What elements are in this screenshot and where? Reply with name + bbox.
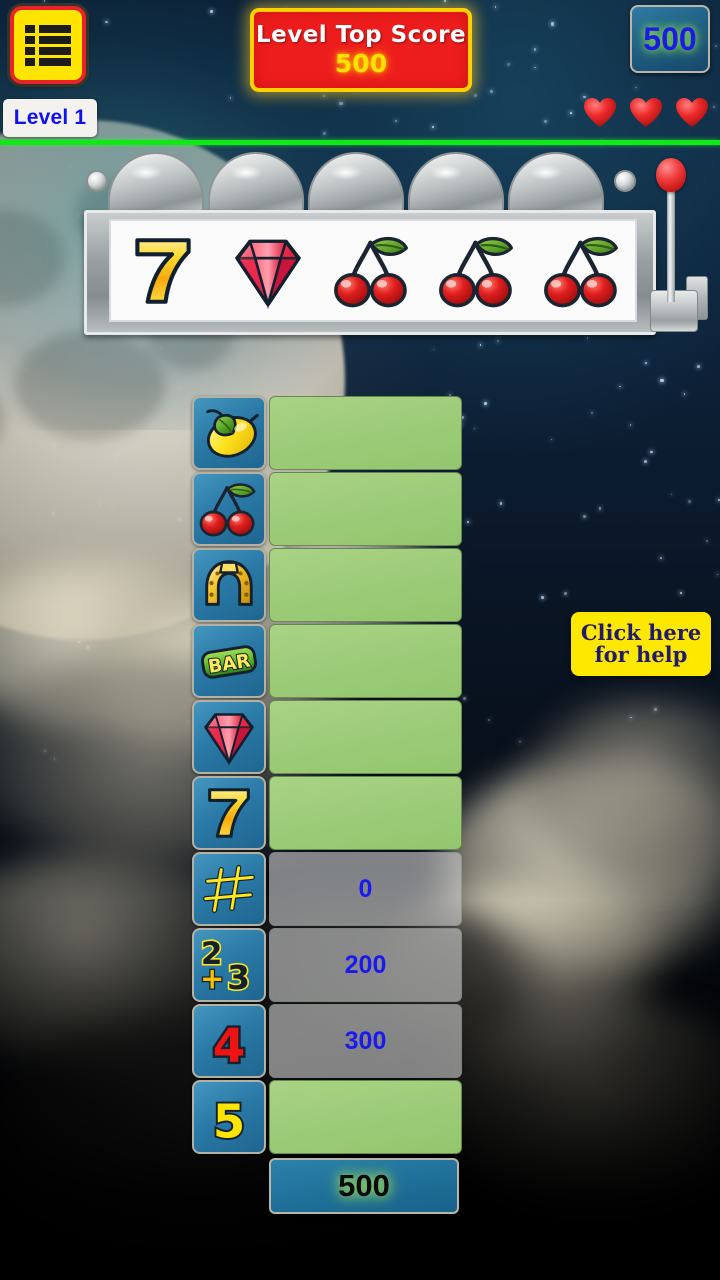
- help-button[interactable]: Click here for help: [571, 612, 711, 676]
- reel-dome: [408, 152, 504, 214]
- level-top-score-title: Level Top Score: [255, 22, 467, 48]
- paytable-symbol-cell[interactable]: [192, 396, 266, 470]
- paytable-symbol-cell[interactable]: 2 +3: [192, 928, 266, 1002]
- cherries-icon: [199, 483, 256, 537]
- reel-symbol: [327, 225, 419, 317]
- reel-symbol: [222, 225, 314, 317]
- level-label: Level 1: [13, 106, 87, 129]
- paytable-value-cell[interactable]: [269, 548, 462, 622]
- heart-icon: [630, 98, 662, 127]
- cherries-icon: [543, 236, 618, 307]
- paytable-row: 2 +3 200: [192, 928, 462, 1002]
- paytable-row: BAR: [192, 624, 462, 698]
- svg-text:5: 5: [213, 1094, 245, 1148]
- level-indicator: Level 1: [3, 99, 97, 137]
- paytable-symbol-cell[interactable]: [192, 548, 266, 622]
- cherries-icon: [438, 236, 513, 307]
- lemon-icon: [206, 409, 259, 458]
- seven-icon: [135, 237, 192, 304]
- paytable-row: 0: [192, 852, 462, 926]
- machine-bolt-right: [614, 170, 636, 192]
- paytable-value-cell[interactable]: 200: [269, 928, 462, 1002]
- paytable-value-cell[interactable]: [269, 472, 462, 546]
- reel-window: [109, 219, 637, 322]
- reel-symbol: [117, 225, 209, 317]
- paytable-value-cell[interactable]: [269, 1080, 462, 1154]
- paytable-total-value: 500: [338, 1168, 390, 1203]
- reel-dome: [108, 152, 204, 214]
- paytable-value-cell[interactable]: [269, 396, 462, 470]
- paytable-row: [192, 548, 462, 622]
- machine-bolt-left: [86, 170, 108, 192]
- paytable-symbol-cell[interactable]: [192, 852, 266, 926]
- paytable-value-cell[interactable]: 0: [269, 852, 462, 926]
- paytable-value-cell[interactable]: [269, 624, 462, 698]
- hud-divider: [0, 140, 720, 145]
- seven-icon: [208, 788, 250, 838]
- svg-text:+: +: [200, 961, 224, 995]
- level-top-score-value: 500: [334, 49, 388, 78]
- slot-machine-body: [84, 210, 656, 335]
- svg-text:3: 3: [227, 958, 250, 996]
- slot-domes: [108, 152, 604, 214]
- paytable-row: [192, 776, 462, 850]
- diamond-icon: [203, 713, 255, 766]
- no-match-icon: [203, 865, 255, 913]
- paytable-value-cell[interactable]: [269, 700, 462, 774]
- list-menu-icon: [25, 25, 71, 66]
- current-score-value: 500: [643, 20, 697, 57]
- help-line-2: for help: [594, 642, 688, 667]
- pull-lever[interactable]: [646, 156, 716, 336]
- cherries-icon: [334, 236, 408, 307]
- diamond-icon: [235, 239, 302, 309]
- help-line-1: Click here: [580, 620, 702, 646]
- heart-icon: [584, 98, 616, 127]
- paytable-row: [192, 700, 462, 774]
- heart-icon: [676, 98, 708, 127]
- reel-symbol: [432, 225, 524, 317]
- paytable-value: 200: [344, 950, 387, 979]
- paytable-value: 0: [358, 874, 373, 903]
- lever-rod: [667, 186, 675, 302]
- lives-indicator: [584, 98, 708, 128]
- paytable-symbol-cell[interactable]: BAR: [192, 624, 266, 698]
- lever-ball-icon[interactable]: [656, 158, 686, 192]
- reel-dome: [508, 152, 604, 214]
- paytable: BAR 0 2 +3 200 4 300 5 500: [192, 396, 462, 1214]
- paytable-symbol-cell[interactable]: [192, 776, 266, 850]
- paytable-total: 500: [269, 1158, 459, 1214]
- level-top-score-panel: Level Top Score 500: [250, 8, 472, 92]
- four-icon: 4: [210, 1016, 247, 1072]
- reel-dome: [208, 152, 304, 214]
- paytable-row: [192, 472, 462, 546]
- paytable-symbol-cell[interactable]: [192, 472, 266, 546]
- paytable-row: 5: [192, 1080, 462, 1154]
- reel-dome: [308, 152, 404, 214]
- paytable-value: 300: [344, 1026, 387, 1055]
- paytable-symbol-cell[interactable]: 5: [192, 1080, 266, 1154]
- current-score-box: 500: [630, 5, 710, 73]
- paytable-value-cell[interactable]: 300: [269, 1004, 462, 1078]
- svg-text:4: 4: [213, 1018, 245, 1072]
- paytable-row: 4 300: [192, 1004, 462, 1078]
- five-icon: 5: [211, 1092, 247, 1148]
- horseshoe-icon: [205, 560, 253, 606]
- paytable-symbol-cell[interactable]: 4: [192, 1004, 266, 1078]
- reel-symbol: [537, 225, 629, 317]
- two-plus-three-icon: 2+ 3: [199, 934, 252, 996]
- menu-button[interactable]: [10, 6, 86, 84]
- paytable-symbol-cell[interactable]: [192, 700, 266, 774]
- bar-icon: BAR: [200, 645, 258, 679]
- game-screen: Level 1 Level Top Score 500 500 BAR 0 2 …: [0, 0, 720, 1280]
- paytable-row: [192, 396, 462, 470]
- paytable-value-cell[interactable]: [269, 776, 462, 850]
- slot-machine: [84, 152, 708, 342]
